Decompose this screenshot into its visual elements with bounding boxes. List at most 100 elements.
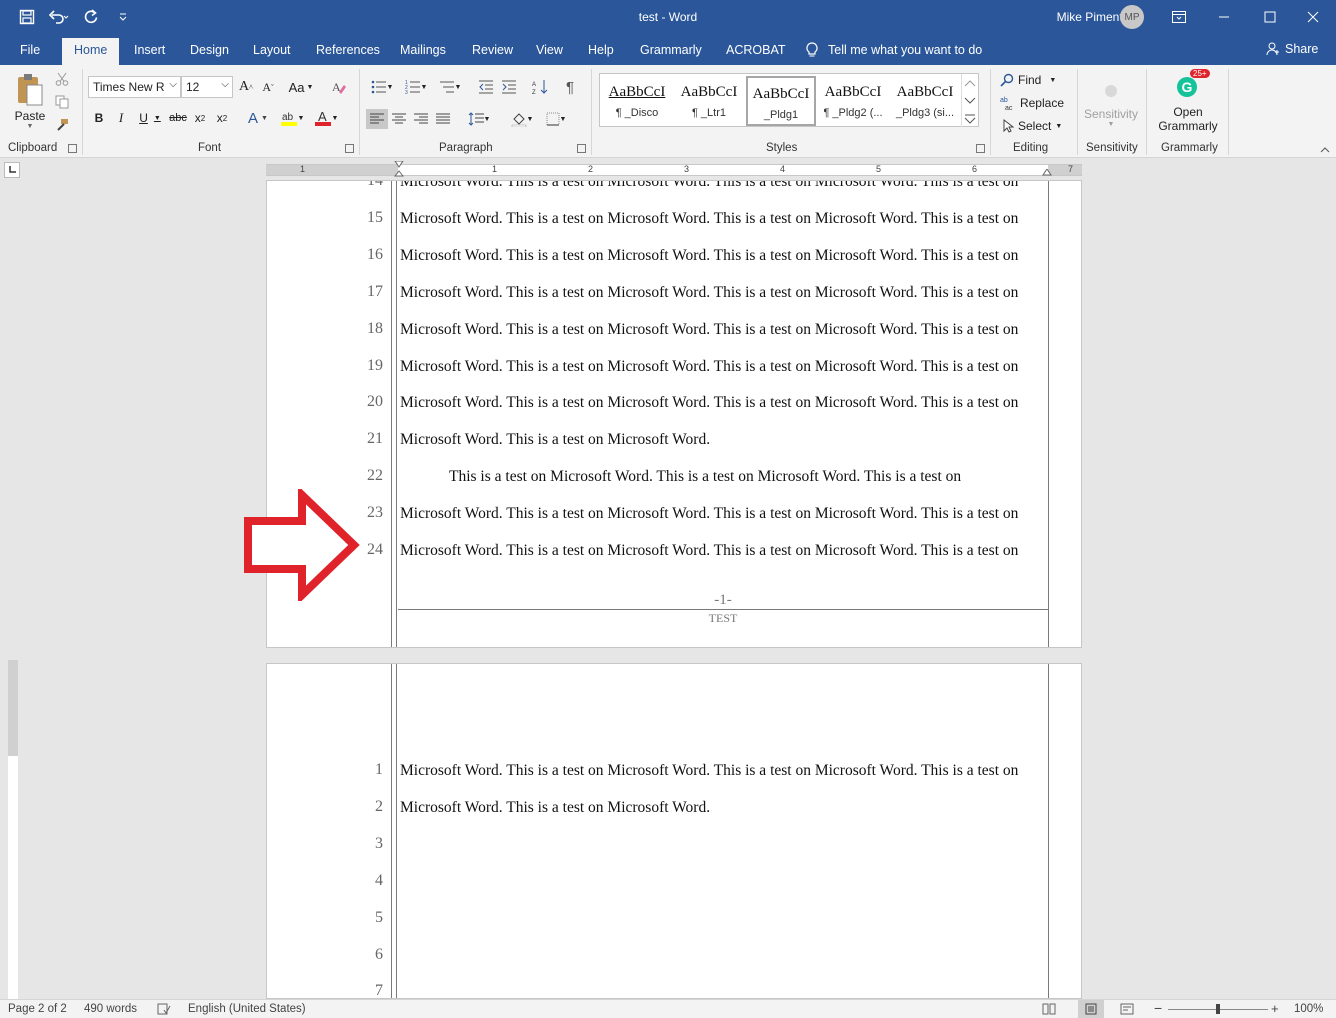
- font-name-dropdown[interactable]: Times New R ⌵: [88, 76, 181, 98]
- web-layout-button[interactable]: [1120, 1003, 1134, 1018]
- tell-me-search[interactable]: Tell me what you want to do: [806, 42, 982, 58]
- font-launcher[interactable]: [345, 144, 354, 153]
- align-left-button[interactable]: [366, 109, 388, 129]
- align-right-button[interactable]: [411, 109, 431, 129]
- maximize-button[interactable]: [1247, 0, 1293, 34]
- zoom-level[interactable]: 100%: [1294, 1003, 1323, 1015]
- document-line[interactable]: Microsoft Word. This is a test on Micros…: [400, 284, 1018, 302]
- subscript-button[interactable]: x2: [191, 109, 209, 127]
- horizontal-ruler[interactable]: 1 1 2 3 4 5 6 7: [266, 161, 1082, 179]
- vertical-ruler[interactable]: [8, 660, 18, 1000]
- document-line[interactable]: Microsoft Word. This is a test on Micros…: [400, 431, 710, 449]
- tab-home[interactable]: Home: [62, 38, 120, 65]
- justify-button[interactable]: [433, 109, 453, 129]
- indent-marker-icon[interactable]: [394, 161, 404, 179]
- style-pldg1[interactable]: AaBbCcI _Pldg1: [746, 76, 816, 126]
- superscript-button[interactable]: x2: [213, 109, 231, 127]
- collapse-ribbon-button[interactable]: [1318, 144, 1332, 156]
- replace-button[interactable]: ab ac Replace: [1000, 93, 1064, 113]
- document-page-1[interactable]: 14 Microsoft Word. This is a test on Micr…: [266, 180, 1082, 648]
- change-case-button[interactable]: Aa ▼: [286, 78, 316, 96]
- style-pldg3[interactable]: AaBbCcI _Pldg3 (si...: [890, 76, 960, 126]
- grow-font-button[interactable]: A ^: [237, 78, 255, 96]
- shrink-font-button[interactable]: Aˇ: [259, 78, 277, 96]
- page-count[interactable]: Page 2 of 2: [8, 1003, 67, 1015]
- style-pldg2[interactable]: AaBbCcI ¶ _Pldg2 (...: [818, 76, 888, 126]
- share-button[interactable]: Share: [1266, 42, 1318, 56]
- avatar[interactable]: MP: [1120, 5, 1144, 29]
- ribbon-display-options-button[interactable]: [1156, 0, 1202, 34]
- tab-insert[interactable]: Insert: [134, 40, 165, 65]
- highlight-button[interactable]: ab ▼: [277, 109, 307, 127]
- sort-button[interactable]: AZ: [530, 78, 550, 96]
- open-grammarly-button[interactable]: G 25+ Open Grammarly: [1156, 69, 1220, 137]
- tab-review[interactable]: Review: [472, 40, 513, 65]
- style-disco[interactable]: AaBbCcI ¶ _Disco: [602, 76, 672, 126]
- format-painter-button[interactable]: [54, 117, 70, 133]
- document-line[interactable]: Microsoft Word. This is a test on Micros…: [400, 505, 1018, 523]
- styles-more-button[interactable]: [961, 110, 978, 127]
- tab-selector-button[interactable]: [4, 162, 20, 178]
- strikethrough-button[interactable]: abc: [169, 109, 187, 127]
- read-mode-button[interactable]: [1042, 1003, 1056, 1018]
- document-line[interactable]: This is a test on Microsoft Word. This i…: [449, 468, 961, 486]
- copy-button[interactable]: [54, 94, 70, 110]
- zoom-out-button[interactable]: −: [1154, 1000, 1162, 1016]
- zoom-slider-thumb[interactable]: [1216, 1004, 1220, 1014]
- numbering-button[interactable]: 1 2 3 ▼: [401, 78, 431, 96]
- styles-scroll-up-button[interactable]: [961, 74, 978, 92]
- tab-mailings[interactable]: Mailings: [400, 40, 446, 65]
- close-button[interactable]: [1290, 0, 1336, 34]
- align-center-button[interactable]: [389, 109, 409, 129]
- borders-button[interactable]: ▼: [541, 109, 571, 129]
- print-layout-button[interactable]: [1078, 1000, 1104, 1018]
- document-line[interactable]: Microsoft Word. This is a test on Micros…: [400, 762, 1018, 780]
- zoom-in-button[interactable]: +: [1271, 1001, 1279, 1016]
- paste-button[interactable]: Paste ▼: [10, 69, 50, 133]
- document-line[interactable]: Microsoft Word. This is a test on Micros…: [400, 247, 1018, 265]
- line-spacing-button[interactable]: ▼: [464, 109, 494, 129]
- proofing-icon[interactable]: [157, 1003, 171, 1018]
- italic-button[interactable]: I: [113, 109, 129, 127]
- text-effects-button[interactable]: A ▼: [244, 109, 272, 127]
- underline-button[interactable]: U ▼: [135, 109, 165, 127]
- clear-formatting-button[interactable]: A: [329, 78, 349, 96]
- cut-button[interactable]: [54, 71, 70, 87]
- tab-layout[interactable]: Layout: [253, 40, 291, 65]
- document-line[interactable]: Microsoft Word. This is a test on Micros…: [400, 321, 1018, 339]
- styles-scroll-down-button[interactable]: [961, 92, 978, 110]
- select-button[interactable]: Select ▼: [1002, 116, 1064, 136]
- document-line[interactable]: Microsoft Word. This is a test on Micros…: [400, 799, 710, 817]
- decrease-indent-button[interactable]: [476, 78, 496, 96]
- document-line[interactable]: Microsoft Word. This is a test on Micros…: [400, 542, 1018, 560]
- document-line[interactable]: Microsoft Word. This is a test on Micros…: [400, 181, 1018, 191]
- sensitivity-button[interactable]: Sensitivity ▼: [1082, 73, 1140, 135]
- word-count[interactable]: 490 words: [84, 1003, 137, 1015]
- bullets-button[interactable]: ▼: [367, 78, 397, 96]
- font-color-button[interactable]: A ▼: [311, 109, 341, 127]
- multilevel-list-button[interactable]: ▼: [435, 78, 465, 96]
- tab-help[interactable]: Help: [588, 40, 614, 65]
- tab-acrobat[interactable]: ACROBAT: [726, 40, 786, 65]
- tab-view[interactable]: View: [536, 40, 563, 65]
- tab-file[interactable]: File: [20, 40, 40, 65]
- bold-button[interactable]: B: [91, 109, 107, 127]
- language[interactable]: English (United States): [188, 1003, 306, 1015]
- font-size-dropdown[interactable]: 12 ⌵: [181, 76, 233, 98]
- clipboard-launcher[interactable]: [68, 144, 77, 153]
- document-line[interactable]: Microsoft Word. This is a test on Micros…: [400, 358, 1018, 376]
- tab-grammarly[interactable]: Grammarly: [640, 40, 702, 65]
- document-line[interactable]: Microsoft Word. This is a test on Micros…: [400, 210, 1018, 228]
- style-ltr1[interactable]: AaBbCcI ¶ _Ltr1: [674, 76, 744, 126]
- document-page-2[interactable]: 1 Microsoft Word. This is a test on Micro…: [266, 663, 1082, 999]
- right-indent-marker-icon[interactable]: [1042, 169, 1052, 177]
- tab-design[interactable]: Design: [190, 40, 229, 65]
- paragraph-launcher[interactable]: [577, 144, 586, 153]
- show-formatting-button[interactable]: ¶: [561, 78, 579, 96]
- minimize-button[interactable]: [1201, 0, 1247, 34]
- increase-indent-button[interactable]: [499, 78, 519, 96]
- styles-launcher[interactable]: [976, 144, 985, 153]
- find-button[interactable]: Find ▼: [1000, 70, 1062, 90]
- document-line[interactable]: Microsoft Word. This is a test on Micros…: [400, 394, 1018, 412]
- tab-references[interactable]: References: [316, 40, 380, 65]
